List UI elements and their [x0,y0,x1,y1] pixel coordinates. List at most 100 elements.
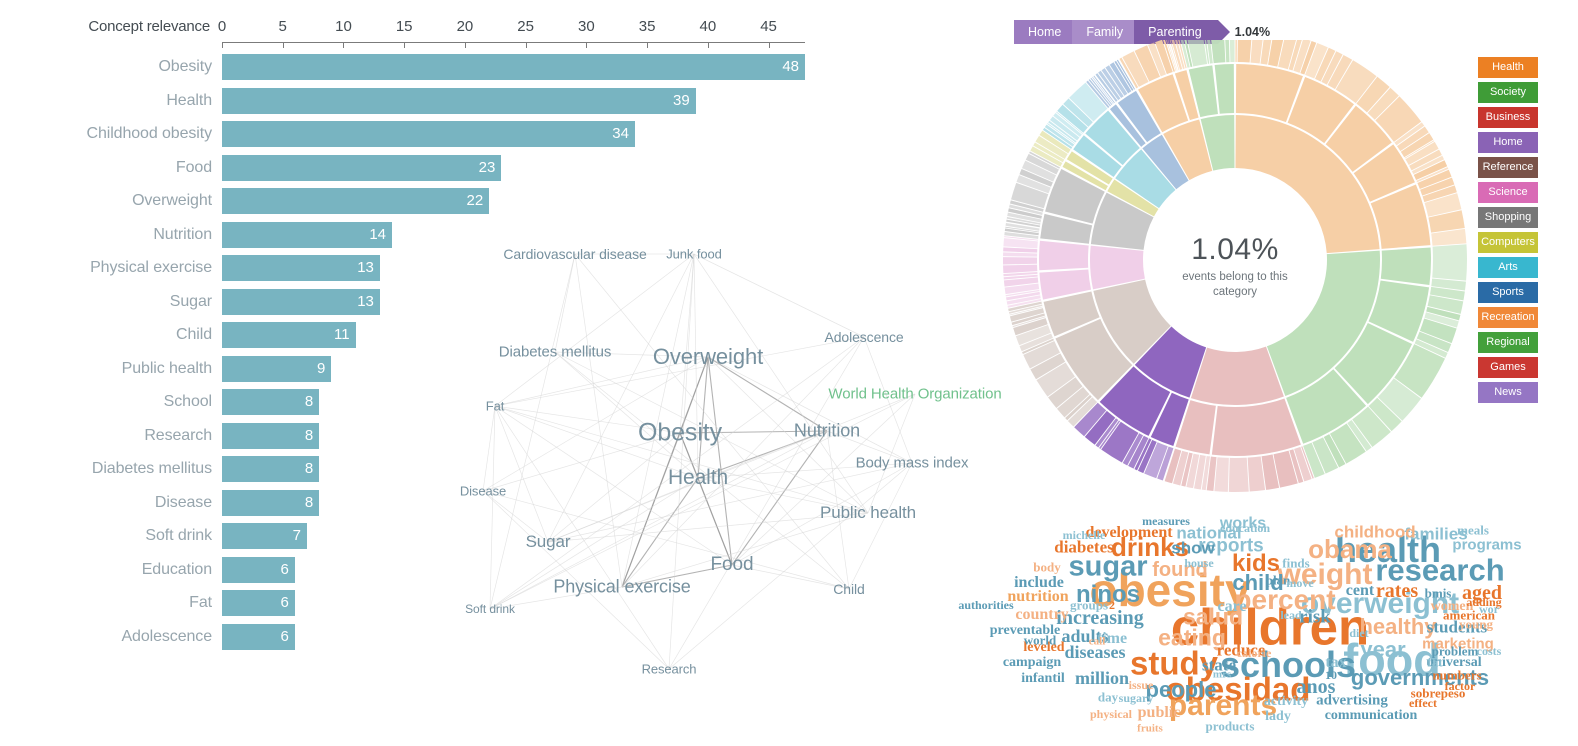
word-cloud-term[interactable]: million [1075,669,1129,687]
word-cloud-term[interactable]: authorities [958,599,1013,611]
network-node[interactable]: Nutrition [794,421,860,442]
word-cloud-term[interactable]: cent [1346,583,1374,599]
network-node[interactable]: Junk food [666,247,722,262]
word-cloud-term[interactable]: call [1089,636,1106,648]
network-node[interactable]: Soft drink [465,602,515,616]
legend-item-sports[interactable]: Sports [1478,282,1538,303]
sunburst-segment[interactable] [1003,252,1038,257]
legend-item-arts[interactable]: Arts [1478,257,1538,278]
word-cloud-term[interactable]: activity [1264,695,1308,709]
word-cloud-term[interactable]: wor [1479,603,1499,615]
legend-item-society[interactable]: Society [1478,82,1538,103]
sunburst-segment[interactable] [1190,346,1284,405]
legend-item-reference[interactable]: Reference [1478,157,1538,178]
word-cloud-term[interactable]: nutrition [1007,589,1068,605]
word-cloud-term[interactable]: house [1184,557,1213,569]
word-cloud-term[interactable]: 2 [1109,599,1115,611]
legend-item-science[interactable]: Science [1478,182,1538,203]
legend-item-regional[interactable]: Regional [1478,332,1538,353]
word-cloud-term[interactable]: young [1459,618,1493,631]
word-cloud-term[interactable]: campaign [1003,656,1061,670]
word-cloud-term[interactable]: sugary [1119,692,1154,704]
word-cloud-term[interactable]: childhood [1334,524,1415,541]
sunburst-segment[interactable] [1229,40,1235,63]
sunburst-segment[interactable] [1235,40,1237,63]
network-node[interactable]: Overweight [653,344,763,370]
word-cloud-term[interactable]: groups [1070,599,1108,612]
word-cloud-term[interactable]: communication [1325,709,1418,723]
word-cloud-term[interactable]: meals [1457,524,1489,537]
network-node[interactable]: Obesity [638,419,722,448]
word-cloud-term[interactable]: day [1098,691,1118,704]
sunburst-segment[interactable] [1039,240,1089,271]
legend-item-recreation[interactable]: Recreation [1478,307,1538,328]
network-node[interactable]: Health [668,466,728,490]
network-node[interactable]: World Health Organization [828,386,1001,403]
sunburst-segment[interactable] [1225,40,1230,63]
sunburst-segment[interactable] [1214,457,1229,492]
legend-item-shopping[interactable]: Shopping [1478,207,1538,228]
word-cloud-term[interactable]: physical [1090,708,1132,720]
sunburst-segment[interactable] [1228,457,1249,492]
network-node[interactable]: Public health [820,503,916,523]
word-cloud-term[interactable]: lady [1265,710,1291,724]
word-cloud-term[interactable]: risk [1299,608,1331,627]
sunburst-segment[interactable] [1003,257,1038,265]
word-cloud-term[interactable]: fat [1427,656,1442,669]
word-cloud-term[interactable]: measures [1142,515,1190,527]
word-cloud-term[interactable]: 10 [1325,669,1337,681]
sunburst-segment[interactable] [1237,40,1253,63]
legend-item-games[interactable]: Games [1478,357,1538,378]
word-cloud-term[interactable]: move [1286,577,1313,589]
word-cloud-term[interactable]: rates [1376,581,1418,601]
sunburst-segment[interactable] [1380,247,1431,286]
word-cloud-term[interactable]: finds [1282,557,1309,570]
word-cloud-term[interactable]: bmis [1425,587,1452,600]
network-node[interactable]: Body mass index [856,455,969,472]
word-cloud-term[interactable]: issue [1129,679,1154,691]
sunburst-segment[interactable] [1214,64,1235,114]
word-cloud-term[interactable]: diet [1349,627,1368,639]
network-node[interactable]: Fat [486,399,505,414]
word-cloud-term[interactable]: people [1146,679,1217,701]
network-node[interactable]: Cardiovascular disease [503,246,646,262]
word-cloud-term[interactable]: mrs [1213,669,1231,681]
word-cloud-term[interactable]: include [1014,575,1064,591]
network-node[interactable]: Physical exercise [553,577,690,598]
word-cloud-term[interactable]: factor [1445,680,1476,692]
word-cloud-term[interactable]: country [1015,607,1068,623]
word-cloud-term[interactable]: public [1138,705,1181,721]
legend-item-computers[interactable]: Computers [1478,232,1538,253]
word-cloud-term[interactable]: programs [1452,538,1521,553]
word-cloud-term[interactable]: effect [1409,697,1437,709]
sunburst-segment[interactable] [1003,264,1038,274]
word-cloud-term[interactable]: world [1024,634,1057,647]
network-node[interactable]: Child [833,581,865,597]
word-cloud-term[interactable]: infantil [1021,672,1065,686]
word-cloud-term[interactable]: fruits [1137,723,1163,735]
network-node[interactable]: Adolescence [824,329,903,345]
word-cloud-term[interactable]: year [1360,639,1405,661]
legend-item-news[interactable]: News [1478,382,1538,403]
word-cloud-term[interactable]: calorie [1237,647,1272,659]
network-node[interactable]: Research [642,662,697,677]
sunburst-segment[interactable] [1432,244,1467,281]
word-cloud-term[interactable]: education [1220,522,1270,534]
network-node[interactable]: Diabetes mellitus [499,344,612,361]
sunburst-segment[interactable] [1211,398,1301,456]
legend-item-home[interactable]: Home [1478,132,1538,153]
word-cloud-term[interactable]: costs [1477,645,1502,657]
word-cloud-term[interactable]: care [1217,599,1246,615]
legend-item-health[interactable]: Health [1478,57,1538,78]
network-node[interactable]: Sugar [526,532,571,552]
word-cloud-term[interactable]: michelle [1063,529,1106,541]
sunburst-segment[interactable] [1003,247,1038,253]
network-node[interactable]: Disease [460,484,506,499]
word-cloud-term[interactable]: lead [1280,609,1301,621]
legend-item-business[interactable]: Business [1478,107,1538,128]
network-node[interactable]: Food [711,554,754,576]
word-cloud-term[interactable]: body [1033,561,1060,574]
word-cloud-term[interactable]: products [1206,720,1255,733]
word-cloud-term[interactable]: advertising [1316,693,1388,709]
sunburst-rings[interactable] [1000,40,1470,510]
